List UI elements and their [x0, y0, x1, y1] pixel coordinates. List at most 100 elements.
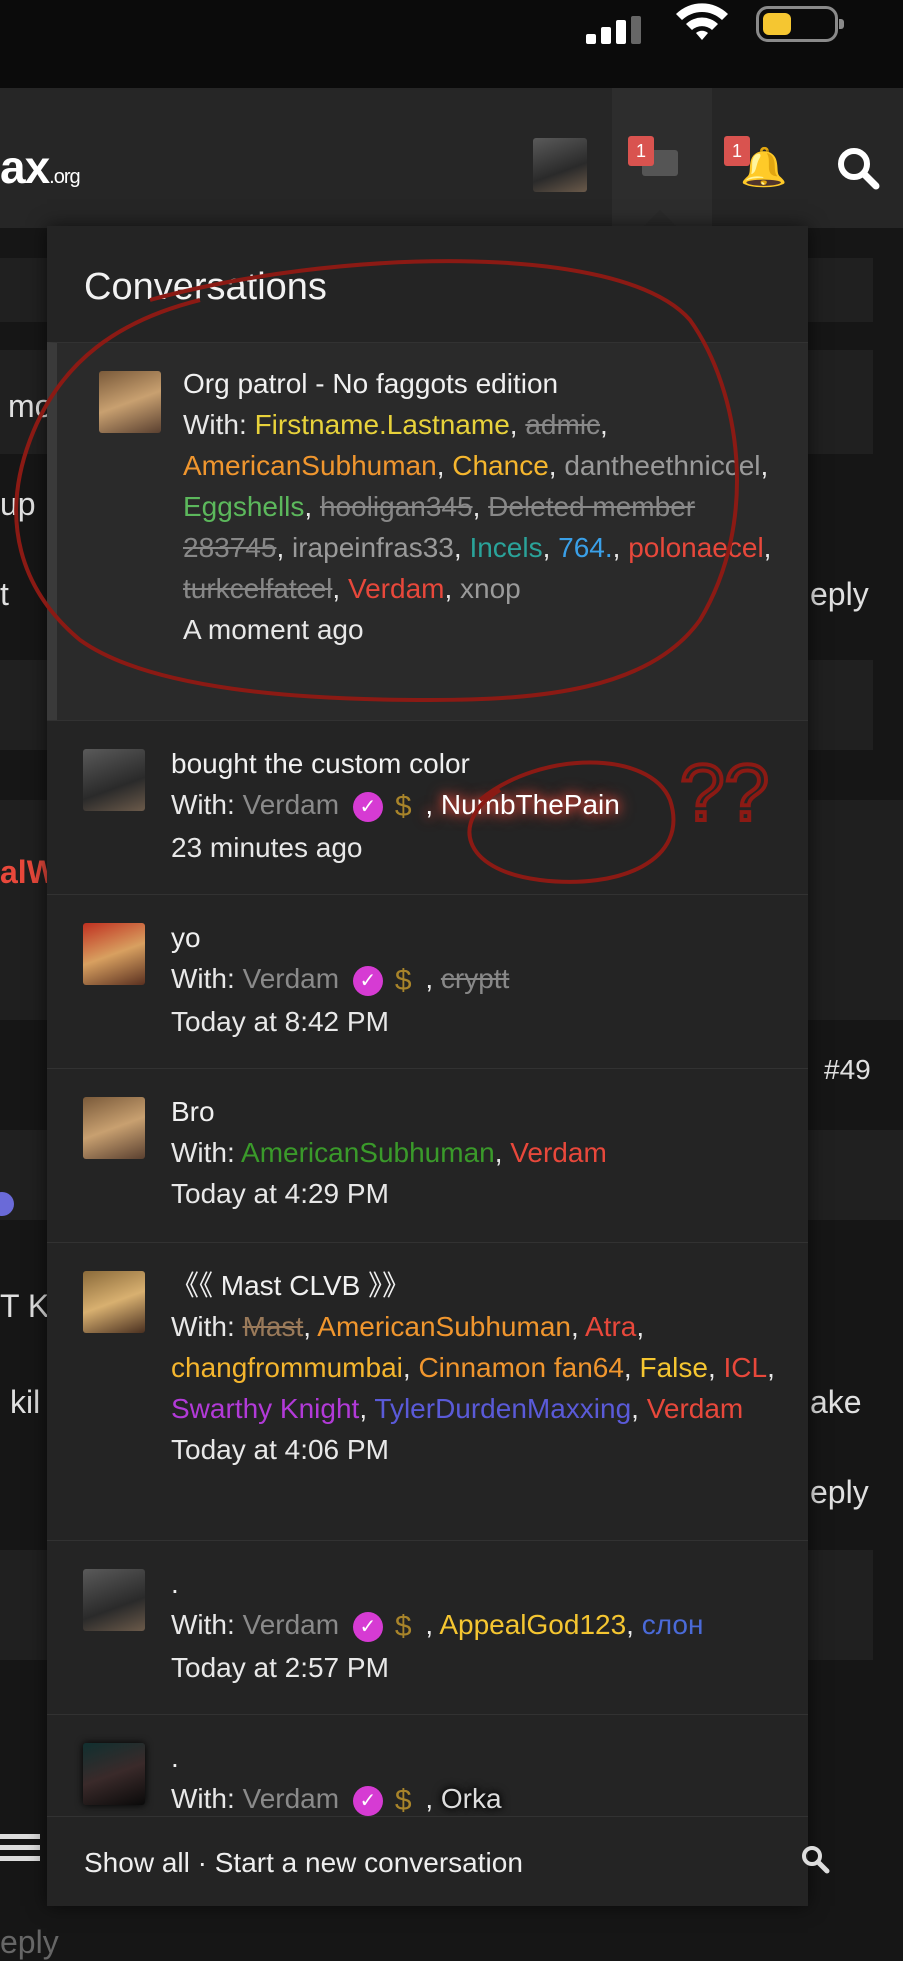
participant-name[interactable]: AmericanSubhuman	[241, 1137, 495, 1168]
participant-name[interactable]: turkcelfatcel	[183, 573, 332, 604]
participant-name[interactable]: Verdam	[510, 1137, 607, 1168]
participant-name[interactable]: слон	[642, 1609, 704, 1640]
avatar[interactable]	[83, 923, 145, 985]
participant-name[interactable]: , NumbThePain	[425, 789, 620, 820]
conversation-item[interactable]: . With: Verdam ✓ $ , AppealGod123, слон T…	[47, 1540, 808, 1714]
avatar[interactable]	[83, 1271, 145, 1333]
avatar[interactable]	[83, 749, 145, 811]
participant-name[interactable]: Eggshells	[183, 491, 304, 522]
participant-name[interactable]: Cinnamon fan64	[418, 1352, 623, 1383]
bg-snippet: eply	[810, 576, 869, 612]
separator: ,	[444, 573, 461, 604]
participant-name[interactable]: AmericanSubhuman	[183, 450, 437, 481]
participant-name[interactable]: cryptt	[441, 963, 509, 994]
conversation-title[interactable]: .	[171, 1563, 791, 1604]
conversation-item[interactable]: yo With: Verdam ✓ $ , cryptt Today at 8:4…	[47, 894, 808, 1068]
conversation-body: . With: Verdam ✓ $ , Orka	[171, 1737, 791, 1821]
conversation-item[interactable]: Bro With: AmericanSubhuman, Verdam Today…	[47, 1068, 808, 1242]
conversation-time: Today at 4:29 PM	[171, 1178, 389, 1209]
site-logo[interactable]: ax.org	[0, 140, 81, 194]
participant-name[interactable]: changfrommumbai	[171, 1352, 403, 1383]
search-icon[interactable]	[800, 1844, 830, 1874]
participant-name[interactable]: ICL	[724, 1352, 768, 1383]
participant-name[interactable]: Chance	[452, 450, 549, 481]
conversation-title[interactable]: .	[171, 1737, 791, 1778]
participant-name[interactable]: False	[639, 1352, 707, 1383]
conversation-list: Org patrol - No faggots edition With: Fi…	[47, 342, 808, 1888]
participant-name[interactable]: Verdam	[243, 1609, 340, 1640]
participant-name[interactable]: TylerDurdenMaxxing	[374, 1393, 631, 1424]
bell-icon[interactable]: 🔔	[740, 146, 787, 190]
conversation-title[interactable]: bought the custom color	[171, 743, 791, 784]
participants: With: Mast, AmericanSubhuman, Atra, chan…	[171, 1311, 775, 1424]
conversation-item[interactable]: bought the custom color With: Verdam ✓ $ …	[47, 720, 808, 894]
conversations-popup: Conversations Org patrol - No faggots ed…	[47, 226, 808, 1906]
participant-name[interactable]: Verdam	[647, 1393, 744, 1424]
participant-name[interactable]: irapeinfras33	[292, 532, 454, 563]
separator: ,	[767, 1352, 775, 1383]
conversation-body: yo With: Verdam ✓ $ , cryptt Today at 8:4…	[171, 917, 791, 1042]
participant-name[interactable]: Swarthy Knight	[171, 1393, 359, 1424]
participant-name[interactable]: Firstname.Lastname	[255, 409, 510, 440]
participant-name[interactable]: Verdam	[243, 789, 340, 820]
avatar[interactable]	[83, 1743, 145, 1805]
participant-name[interactable]: AppealGod123	[439, 1609, 626, 1640]
participant-name[interactable]: hooligan345	[320, 491, 473, 522]
participant-name[interactable]: Orka	[441, 1783, 502, 1814]
separator: ,	[332, 573, 348, 604]
participant-name[interactable]: Verdam	[243, 1783, 340, 1814]
conversation-title[interactable]: yo	[171, 917, 791, 958]
participant-name[interactable]: Incels	[469, 532, 542, 563]
start-conversation-link[interactable]: Start a new conversation	[215, 1847, 523, 1878]
participant-name[interactable]: Verdam	[348, 573, 445, 604]
separator: ,	[760, 450, 769, 481]
popup-footer: Show all · Start a new conversation	[47, 1816, 808, 1906]
conversation-body: Bro With: AmericanSubhuman, Verdam Today…	[171, 1091, 791, 1214]
list-icon[interactable]	[0, 1830, 42, 1864]
avatar[interactable]	[83, 1569, 145, 1631]
conversation-item[interactable]: Org patrol - No faggots edition With: Fi…	[47, 342, 808, 720]
inbox-button[interactable]: 1	[612, 88, 712, 228]
footer-links: Show all · Start a new conversation	[84, 1847, 523, 1878]
separator: ,	[472, 491, 489, 522]
participant-name[interactable]: 764.	[558, 532, 613, 563]
conversation-body: Org patrol - No faggots edition With: Fi…	[183, 363, 783, 650]
separator: ,	[612, 532, 629, 563]
show-all-link[interactable]: Show all	[84, 1847, 190, 1878]
participant-name[interactable]: admic	[525, 409, 600, 440]
dollar-icon: $	[394, 964, 412, 998]
separator: ,	[636, 1311, 645, 1342]
participant-name[interactable]: xnop	[460, 573, 521, 604]
status-bar	[0, 0, 903, 88]
conversation-title[interactable]: 《《 Mast CLVB 》》	[171, 1265, 791, 1306]
avatar[interactable]	[99, 371, 161, 433]
dollar-icon: $	[394, 1610, 412, 1644]
participant-name[interactable]: AmericanSubhuman	[317, 1311, 571, 1342]
separator: ,	[402, 1352, 419, 1383]
conversation-title[interactable]: Org patrol - No faggots edition	[183, 363, 783, 404]
participant-name[interactable]: Verdam	[243, 963, 340, 994]
bg-snippet: ake	[810, 1384, 862, 1420]
separator: ,	[436, 450, 453, 481]
search-icon[interactable]	[836, 146, 880, 190]
wifi-icon	[676, 3, 728, 40]
conversation-title[interactable]: Bro	[171, 1091, 791, 1132]
separator: ,	[548, 450, 565, 481]
participant-name[interactable]: Mast	[243, 1311, 304, 1342]
verified-icon: ✓	[352, 965, 383, 996]
participant-name[interactable]: Atra	[585, 1311, 636, 1342]
participants: With: AmericanSubhuman, Verdam	[171, 1137, 607, 1168]
separator: ,	[509, 409, 526, 440]
verified-icon: ✓	[352, 1785, 383, 1816]
avatar[interactable]	[83, 1097, 145, 1159]
participants: With: Verdam ✓ $ , NumbThePain	[171, 784, 791, 827]
participant-name[interactable]: polonaecel	[628, 532, 763, 563]
separator: ,	[707, 1352, 724, 1383]
participant-name[interactable]: dantheethniccel	[564, 450, 760, 481]
separator: ,	[303, 1311, 318, 1342]
separator: ,	[542, 532, 559, 563]
conversation-item[interactable]: 《《 Mast CLVB 》》 With: Mast, AmericanSubh…	[47, 1242, 808, 1540]
conversation-body: 《《 Mast CLVB 》》 With: Mast, AmericanSubh…	[171, 1265, 791, 1470]
user-avatar[interactable]	[533, 138, 587, 192]
separator: ,	[600, 409, 608, 440]
